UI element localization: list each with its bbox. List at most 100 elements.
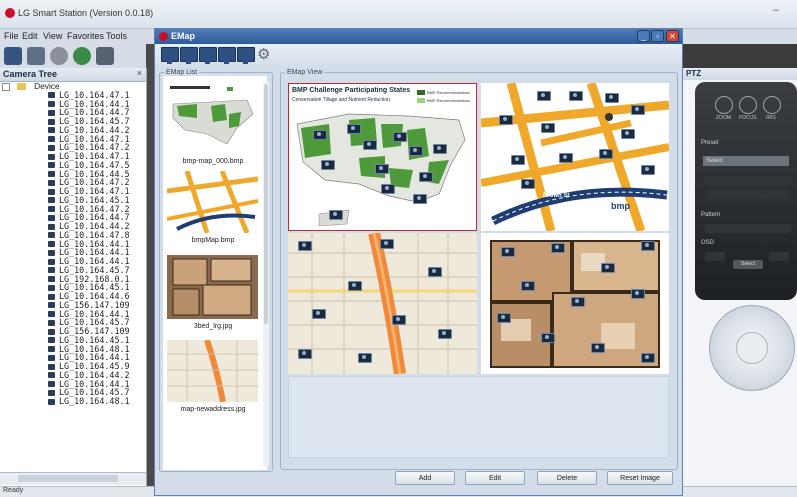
delete-button[interactable]: Delete [537, 471, 597, 485]
camera-icon[interactable] [631, 289, 645, 299]
camera-tree-list[interactable]: Device LG_10.164.47.1 LG_10.164.44.1 LG_10… [0, 82, 146, 472]
emap-minimize-button[interactable]: _ [637, 30, 650, 42]
camera-icon[interactable] [380, 239, 394, 249]
camera-icon[interactable] [393, 132, 407, 142]
preset-bar[interactable] [705, 176, 791, 185]
settings-gear-icon[interactable]: ⚙ [257, 47, 270, 63]
map-cell-street[interactable]: Brown St bmp [481, 83, 669, 231]
camera-icon[interactable] [433, 144, 447, 154]
camera-icon[interactable] [348, 281, 362, 291]
menu-tools[interactable]: Tools [106, 31, 127, 41]
print-icon[interactable] [96, 47, 114, 65]
thumb-street-map[interactable] [167, 171, 258, 233]
camera-icon[interactable] [511, 155, 525, 165]
osd-select-button[interactable]: Select [733, 260, 763, 269]
camera-icon[interactable] [358, 353, 372, 363]
emap-list-scrollbar[interactable] [263, 82, 269, 466]
camera-icon[interactable] [591, 343, 605, 353]
preset-bar-2[interactable] [705, 190, 791, 199]
thumb-bmp-map[interactable] [167, 84, 258, 156]
camera-icon[interactable] [605, 93, 619, 103]
camera-icon[interactable] [321, 160, 335, 170]
minimize-button[interactable]: – [773, 4, 779, 16]
map-cell-bmp[interactable]: BMP Recommendations BMP Recommendations … [288, 83, 477, 231]
camera-icon[interactable] [541, 333, 555, 343]
layout-5-icon[interactable] [237, 47, 255, 64]
focus-icon[interactable] [739, 96, 757, 114]
monitor-icon[interactable] [4, 47, 22, 65]
menu-favorites[interactable]: Favorites [67, 31, 104, 41]
ptz-home-button[interactable] [736, 332, 768, 364]
camera-icon[interactable] [541, 123, 555, 133]
camera-icon[interactable] [298, 241, 312, 251]
thumb-road-map[interactable] [167, 340, 258, 402]
map-cell-road[interactable] [288, 233, 477, 374]
menu-view[interactable]: View [43, 31, 62, 41]
camera-icon[interactable] [571, 297, 585, 307]
camera-icon[interactable] [521, 281, 535, 291]
map-cell-empty[interactable] [288, 376, 669, 458]
osd-left-button[interactable] [705, 252, 725, 261]
camera-icon[interactable] [413, 194, 427, 204]
camera-icon [48, 276, 55, 282]
camera-icon[interactable] [601, 263, 615, 273]
zoom-icon[interactable] [715, 96, 733, 114]
camera-icon[interactable] [497, 313, 511, 323]
camera-icon[interactable] [499, 115, 513, 125]
camera-icon[interactable] [551, 243, 565, 253]
camera-icon[interactable] [537, 91, 551, 101]
camera-icon [48, 171, 55, 177]
camera-icon[interactable] [621, 129, 635, 139]
menu-file[interactable]: File [4, 31, 19, 41]
camera-icon[interactable] [375, 164, 389, 174]
close-icon[interactable]: × [137, 68, 142, 78]
camera-icon[interactable] [559, 153, 573, 163]
camera-icon [48, 232, 55, 239]
reset-image-button[interactable]: Reset Image [607, 471, 673, 485]
layout-4-icon[interactable] [218, 47, 236, 64]
edit-button[interactable]: Edit [465, 471, 525, 485]
camera-icon[interactable] [501, 247, 515, 257]
scroll-thumb[interactable] [18, 475, 118, 482]
emap-maximize-button[interactable]: ▫ [651, 30, 664, 42]
tree-camera-item[interactable]: LG_10.164.48.1 [0, 397, 146, 406]
camera-icon[interactable] [312, 309, 326, 319]
camera-icon[interactable] [521, 179, 535, 189]
camera-icon[interactable] [599, 149, 613, 159]
layout-1-icon[interactable] [161, 47, 179, 64]
thumb-label-bmp-map: bmp-map_000.bmp [182, 158, 244, 165]
gear-icon[interactable] [50, 47, 68, 65]
iris-icon[interactable] [763, 96, 781, 114]
camera-icon[interactable] [641, 241, 655, 251]
pattern-bar[interactable] [705, 224, 791, 233]
camera-icon[interactable] [419, 172, 433, 182]
camera-icon[interactable] [381, 184, 395, 194]
layout-3-icon[interactable] [199, 47, 217, 64]
camera-icon[interactable] [631, 105, 645, 115]
camera-icon[interactable] [329, 210, 343, 220]
camera-icon[interactable] [298, 349, 312, 359]
emap-close-button[interactable]: ✕ [666, 30, 679, 42]
camera-icon[interactable] [409, 146, 423, 156]
map-cell-floorplan[interactable] [481, 233, 669, 374]
camera-icon[interactable] [347, 124, 361, 134]
tree-horizontal-scrollbar[interactable] [0, 472, 146, 485]
network-icon[interactable] [73, 47, 91, 65]
add-button[interactable]: Add [395, 471, 455, 485]
camera-icon[interactable] [363, 140, 377, 150]
thumb-floorplan[interactable] [167, 255, 258, 319]
menu-edit[interactable]: Edit [22, 31, 38, 41]
camera-icon[interactable] [569, 91, 583, 101]
preset-select[interactable]: Select [703, 156, 789, 166]
camera-icon[interactable] [641, 165, 655, 175]
camera-icon[interactable] [438, 329, 452, 339]
camera-icon[interactable] [313, 130, 327, 140]
layout-2-icon[interactable] [180, 47, 198, 64]
osd-right-button[interactable] [769, 252, 789, 261]
camera-icon[interactable] [428, 267, 442, 277]
camera-icon[interactable] [392, 315, 406, 325]
camera-icon[interactable] [641, 353, 655, 363]
emap-list-scroll-thumb[interactable] [264, 84, 268, 324]
search-camera-icon[interactable] [27, 47, 45, 65]
ptz-direction-wheel[interactable] [709, 305, 795, 391]
